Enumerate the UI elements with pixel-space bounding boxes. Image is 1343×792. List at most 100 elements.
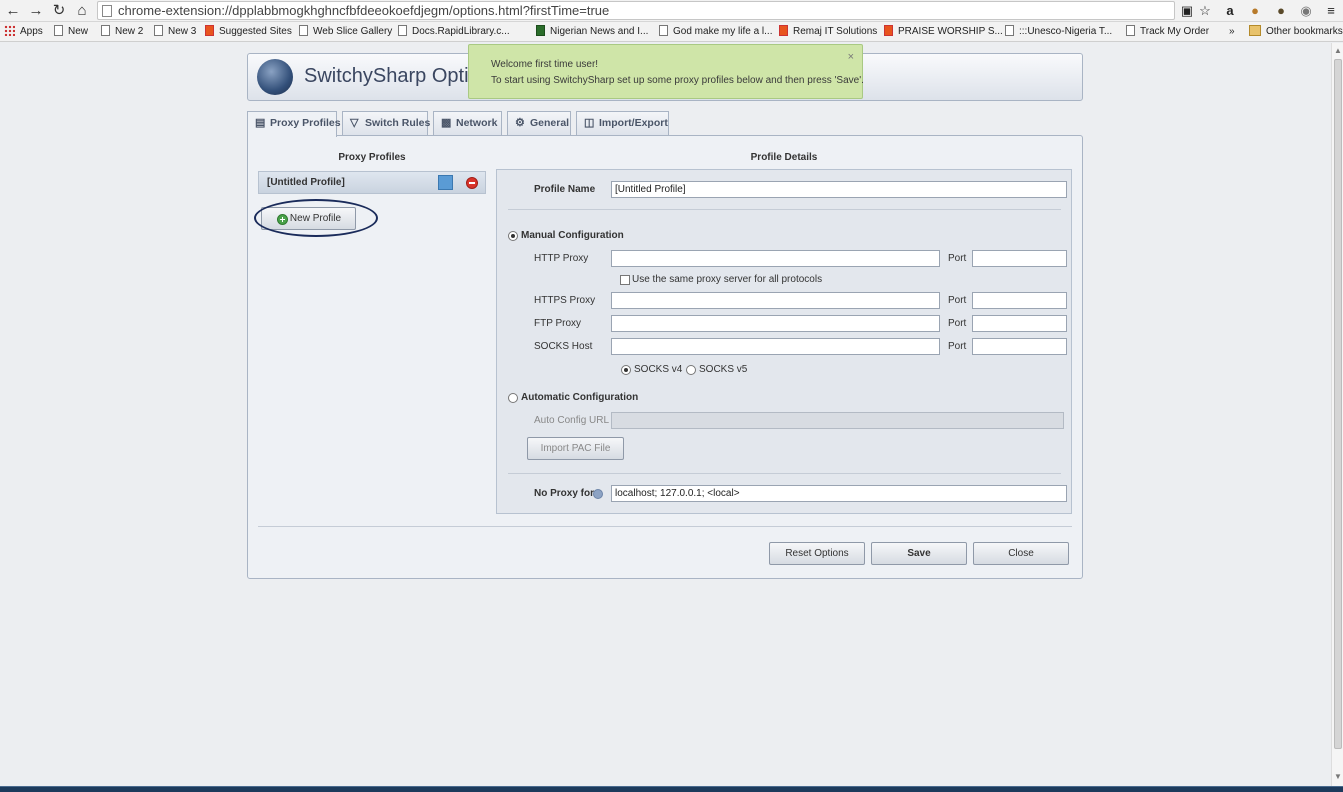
auto-config-label: Automatic Configuration xyxy=(521,392,639,403)
socks-port-input[interactable] xyxy=(972,338,1067,355)
socks-v4-label: SOCKS v4 xyxy=(634,364,683,375)
notification-message: To start using SwitchySharp set up some … xyxy=(491,75,864,86)
socks-host-input[interactable] xyxy=(611,338,940,355)
page-icon xyxy=(101,25,110,36)
socks-v5-radio[interactable] xyxy=(686,365,696,375)
tab-proxy-profiles[interactable]: ▤ Proxy Profiles xyxy=(247,111,341,137)
https-port-input[interactable] xyxy=(972,292,1067,309)
bookmark-item[interactable]: :::Unesco-Nigeria T... xyxy=(1005,24,1112,40)
bookmark-item[interactable]: God make my life a l... xyxy=(659,24,772,40)
auto-config-url-input[interactable] xyxy=(611,412,1064,429)
bookmark-item[interactable]: Suggested Sites xyxy=(205,24,292,40)
home-icon[interactable]: ⌂ xyxy=(73,2,91,20)
help-icon[interactable] xyxy=(593,489,603,499)
scroll-up-icon[interactable]: ▲ xyxy=(1332,45,1343,57)
socks-host-label: SOCKS Host xyxy=(534,341,593,352)
port-label: Port xyxy=(948,295,967,306)
port-label: Port xyxy=(948,318,967,329)
apps-icon xyxy=(4,25,15,36)
reload-icon[interactable]: ↻ xyxy=(50,2,68,20)
ftp-proxy-input[interactable] xyxy=(611,315,940,332)
profile-item-label: [Untitled Profile] xyxy=(267,177,345,188)
scrollbar[interactable]: ▲ ▼ xyxy=(1331,43,1343,788)
amazon-icon[interactable]: a xyxy=(1221,2,1239,20)
socks-v4-radio[interactable] xyxy=(621,365,631,375)
bookmark-item[interactable]: New 2 xyxy=(101,24,143,40)
highlight-ellipse xyxy=(254,199,378,237)
http-proxy-input[interactable] xyxy=(611,250,940,267)
same-proxy-checkbox[interactable] xyxy=(620,275,630,285)
notification-title: Welcome first time user! xyxy=(491,59,599,70)
extension-icon[interactable]: ▣ xyxy=(1178,2,1196,20)
ftp-port-input[interactable] xyxy=(972,315,1067,332)
scroll-down-icon[interactable]: ▼ xyxy=(1332,771,1343,783)
menu-icon[interactable]: ≡ xyxy=(1322,2,1340,20)
gear-icon: ⚙ xyxy=(515,117,525,129)
scroll-thumb[interactable] xyxy=(1334,59,1342,749)
bookmark-item[interactable]: PRAISE WORSHIP S... xyxy=(884,24,1003,40)
globe-extension-icon[interactable]: ◉ xyxy=(1297,2,1315,20)
bookmark-item[interactable]: Web Slice Gallery xyxy=(299,24,392,40)
import-pac-button[interactable]: Import PAC File xyxy=(527,437,624,460)
profile-details-heading: Profile Details xyxy=(750,152,818,163)
tab-switch-rules[interactable]: ▽ Switch Rules xyxy=(342,111,430,136)
bookmark-item[interactable]: Track My Order xyxy=(1126,24,1209,40)
page-icon xyxy=(1005,25,1014,36)
suggested-sites-icon xyxy=(205,25,214,36)
bookmarks-overflow[interactable]: » xyxy=(1229,24,1235,40)
footer-divider xyxy=(258,526,1072,527)
profile-list-item[interactable]: [Untitled Profile] xyxy=(258,171,486,194)
http-port-input[interactable] xyxy=(972,250,1067,267)
url-input[interactable]: chrome-extension://dpplabbmogkhghncfbfde… xyxy=(97,1,1175,20)
globe-logo-icon xyxy=(257,59,293,95)
extension-user-icon[interactable]: ● xyxy=(1272,2,1290,20)
socks-v5-label: SOCKS v5 xyxy=(699,364,748,375)
auto-config-url-label: Auto Config URL xyxy=(534,415,610,426)
close-icon[interactable]: × xyxy=(848,51,854,63)
profile-color-swatch[interactable] xyxy=(438,175,453,190)
page-icon xyxy=(398,25,407,36)
page-icon xyxy=(1126,25,1135,36)
back-icon[interactable]: ← xyxy=(4,2,22,20)
bookmark-apps[interactable]: Apps xyxy=(4,24,43,40)
folder-icon xyxy=(1249,25,1261,36)
disk-icon: ◫ xyxy=(584,117,595,129)
details-divider xyxy=(508,473,1061,474)
manual-config-radio[interactable] xyxy=(508,231,518,241)
save-button[interactable]: Save xyxy=(871,542,967,565)
page-icon xyxy=(659,25,668,36)
page-icon xyxy=(299,25,308,36)
other-bookmarks[interactable]: Other bookmarks xyxy=(1249,24,1343,40)
address-bar: ← → ↻ ⌂ chrome-extension://dpplabbmogkhg… xyxy=(0,0,1343,22)
bookmark-item[interactable]: Remaj IT Solutions xyxy=(779,24,877,40)
bookmark-item[interactable]: Docs.RapidLibrary.c... xyxy=(398,24,510,40)
proxy-profiles-heading: Proxy Profiles xyxy=(338,152,406,163)
forward-icon[interactable]: → xyxy=(27,2,45,20)
no-proxy-label: No Proxy for xyxy=(534,488,595,499)
https-proxy-input[interactable] xyxy=(611,292,940,309)
close-button[interactable]: Close xyxy=(973,542,1069,565)
bookmark-item[interactable]: Nigerian News and I... xyxy=(536,24,648,40)
profile-name-label: Profile Name xyxy=(534,184,596,195)
windows-taskbar xyxy=(0,786,1343,792)
nigerian-news-icon xyxy=(536,25,545,36)
delete-icon[interactable] xyxy=(466,177,478,189)
page-icon xyxy=(102,5,112,17)
page-icon xyxy=(154,25,163,36)
port-label: Port xyxy=(948,341,967,352)
tab-import-export[interactable]: ◫ Import/Export xyxy=(576,111,669,136)
https-proxy-label: HTTPS Proxy xyxy=(534,295,596,306)
auto-config-radio[interactable] xyxy=(508,393,518,403)
http-proxy-label: HTTP Proxy xyxy=(534,253,589,264)
no-proxy-input[interactable]: localhost; 127.0.0.1; <local> xyxy=(611,485,1067,502)
bookmark-star-icon[interactable]: ☆ xyxy=(1196,2,1214,20)
reset-options-button[interactable]: Reset Options xyxy=(769,542,865,565)
tab-network[interactable]: ▩ Network xyxy=(433,111,502,136)
cookie-icon[interactable]: ● xyxy=(1246,2,1264,20)
bookmark-item[interactable]: New 3 xyxy=(154,24,196,40)
filter-icon: ▽ xyxy=(350,117,359,129)
profile-name-input[interactable]: [Untitled Profile] xyxy=(611,181,1067,198)
tab-general[interactable]: ⚙ General xyxy=(507,111,571,136)
bookmark-item[interactable]: New xyxy=(54,24,88,40)
port-label: Port xyxy=(948,253,967,264)
